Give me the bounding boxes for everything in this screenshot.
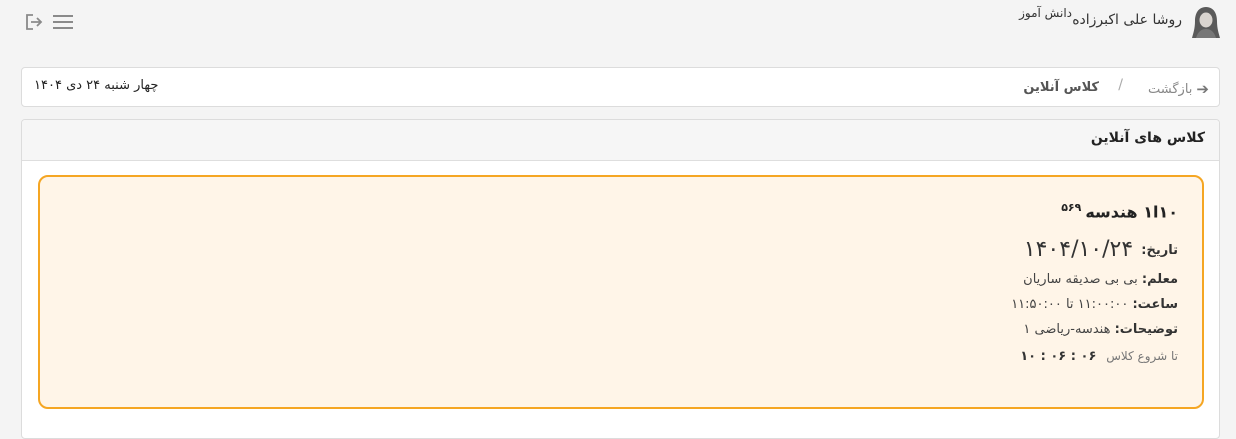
countdown-value: ۰۶ : ۰۶ : ۱۰ (1020, 349, 1097, 365)
teacher-value: بی بی صدیقه ساریان (1023, 272, 1138, 288)
time-value: ۱۱:۰۰:۰۰ تا ۱۱:۵۰:۰۰ (1011, 297, 1129, 313)
hamburger-menu-icon[interactable] (52, 13, 74, 31)
user-avatar-icon (1190, 4, 1222, 40)
breadcrumb: ➔بازگشت / کلاس آنلاین چهار شنبه ۲۴ دی ۱۴… (21, 67, 1220, 107)
time-label: ساعت: (1132, 297, 1178, 313)
countdown-label: تا شروع کلاس (1106, 349, 1178, 364)
arrow-right-icon: ➔ (1196, 80, 1209, 98)
class-code: ۵۶۹ (1061, 201, 1082, 214)
teacher-label: معلم: (1141, 272, 1178, 288)
date-label: تاریخ: (1141, 243, 1178, 259)
top-bar: روشا علی اکبرزاده دانش آموز (0, 0, 1236, 52)
online-classes-panel: کلاس های آنلاین ۱۰ا۱ هندسه۵۶۹ تاریخ: ۱۴۰… (21, 119, 1220, 439)
class-title: ۱۰ا۱ هندسه۵۶۹ (1011, 195, 1178, 225)
date-value: ۱۴۰۴/۱۰/۲۴ (1023, 237, 1134, 263)
class-title-text: ۱۰ا۱ هندسه (1085, 202, 1178, 222)
breadcrumb-current: کلاس آنلاین (1023, 80, 1099, 95)
user-role: دانش آموز (1019, 6, 1072, 20)
class-card[interactable]: ۱۰ا۱ هندسه۵۶۹ تاریخ: ۱۴۰۴/۱۰/۲۴ معلم: بی… (38, 175, 1204, 409)
class-card-body: ۱۰ا۱ هندسه۵۶۹ تاریخ: ۱۴۰۴/۱۰/۲۴ معلم: بی… (1011, 195, 1178, 364)
description-value: هندسه-ریاضی ۱ (1023, 322, 1111, 338)
class-date-row: تاریخ: ۱۴۰۴/۱۰/۲۴ (1011, 237, 1178, 262)
teacher-row: معلم: بی بی صدیقه ساریان (1011, 272, 1178, 287)
panel-header: کلاس های آنلاین (22, 120, 1219, 161)
user-name: روشا علی اکبرزاده (1072, 12, 1182, 28)
time-row: ساعت: ۱۱:۰۰:۰۰ تا ۱۱:۵۰:۰۰ (1011, 297, 1178, 312)
panel-title: کلاس های آنلاین (1090, 130, 1205, 146)
today-date: چهار شنبه ۲۴ دی ۱۴۰۴ (34, 78, 159, 93)
description-row: توضیحات: هندسه-ریاضی ۱ (1011, 322, 1178, 337)
logout-icon[interactable] (24, 12, 44, 32)
back-label: بازگشت (1148, 82, 1193, 97)
back-link[interactable]: ➔بازگشت (1148, 80, 1209, 98)
description-label: توضیحات: (1114, 322, 1178, 338)
countdown-row: تا شروع کلاس ۰۶ : ۰۶ : ۱۰ (1011, 349, 1178, 364)
breadcrumb-separator: / (1118, 77, 1123, 93)
